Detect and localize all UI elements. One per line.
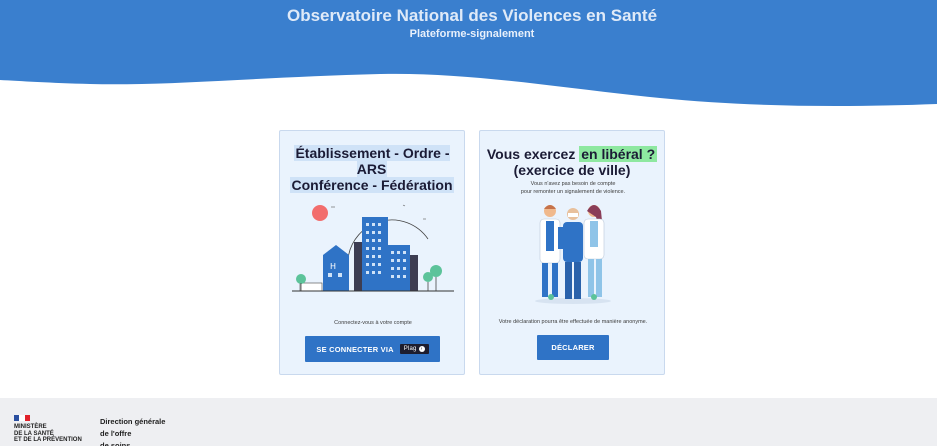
institution-title-line2: Conférence - Fédération: [290, 177, 454, 193]
plage-badge-label: Plag: [403, 346, 417, 352]
health-professionals-illustration: [535, 205, 611, 304]
french-flag-icon: [14, 415, 30, 421]
directorate-name: Direction générale de l'offre de soins: [100, 417, 166, 446]
site-title: Observatoire National des Violences en S…: [286, 6, 658, 25]
connect-button[interactable]: SE CONNECTER VIA Plag ›: [305, 336, 440, 362]
plage-badge: Plag ›: [399, 344, 429, 354]
arrow-right-icon: ›: [418, 346, 425, 352]
institution-card: Établissement - Ordre - ARS Conférence -…: [279, 130, 465, 375]
connect-button-label: SE CONNECTER VIA: [316, 344, 394, 354]
liberal-title-line2: (exercice de ville): [513, 162, 631, 178]
liberal-card: Vous exercez en libéral ? (exercice de v…: [479, 130, 665, 375]
page: Observatoire National des Violences en S…: [0, 0, 937, 446]
liberal-card-intro: Vous n'avez pas besoin de compte pour re…: [490, 180, 656, 196]
liberal-card-description: Votre déclaration pourra être effectuée …: [498, 319, 648, 325]
footer: MINISTÈRE DE LA SANTÉ ET DE LA PRÉVENTIO…: [0, 398, 937, 446]
liberal-title-highlight: en libéral ?: [579, 146, 658, 162]
institution-card-description: Connectez-vous à votre compte: [334, 320, 412, 326]
svg-text:H: H: [330, 262, 336, 271]
site-subtitle: Plateforme-signalement: [409, 28, 535, 40]
liberal-title-prefix: Vous exercez: [486, 146, 580, 162]
liberal-card-title: Vous exercez en libéral ? (exercice de v…: [480, 146, 664, 178]
institution-title-line1: Établissement - Ordre - ARS: [294, 145, 450, 177]
institution-card-title: Établissement - Ordre - ARS Conférence -…: [280, 145, 464, 193]
ministry-logo-text: MINISTÈRE DE LA SANTÉ ET DE LA PRÉVENTIO…: [14, 424, 82, 443]
hospital-buildings-illustration: H: [292, 204, 454, 292]
liberal-intro-line1: Vous n'avez pas besoin de compte: [530, 181, 616, 187]
header-banner: Observatoire National des Violences en S…: [0, 0, 937, 112]
declare-button[interactable]: DÉCLARER: [537, 335, 609, 360]
liberal-intro-line2: pour remonter un signalement de violence…: [520, 189, 626, 195]
